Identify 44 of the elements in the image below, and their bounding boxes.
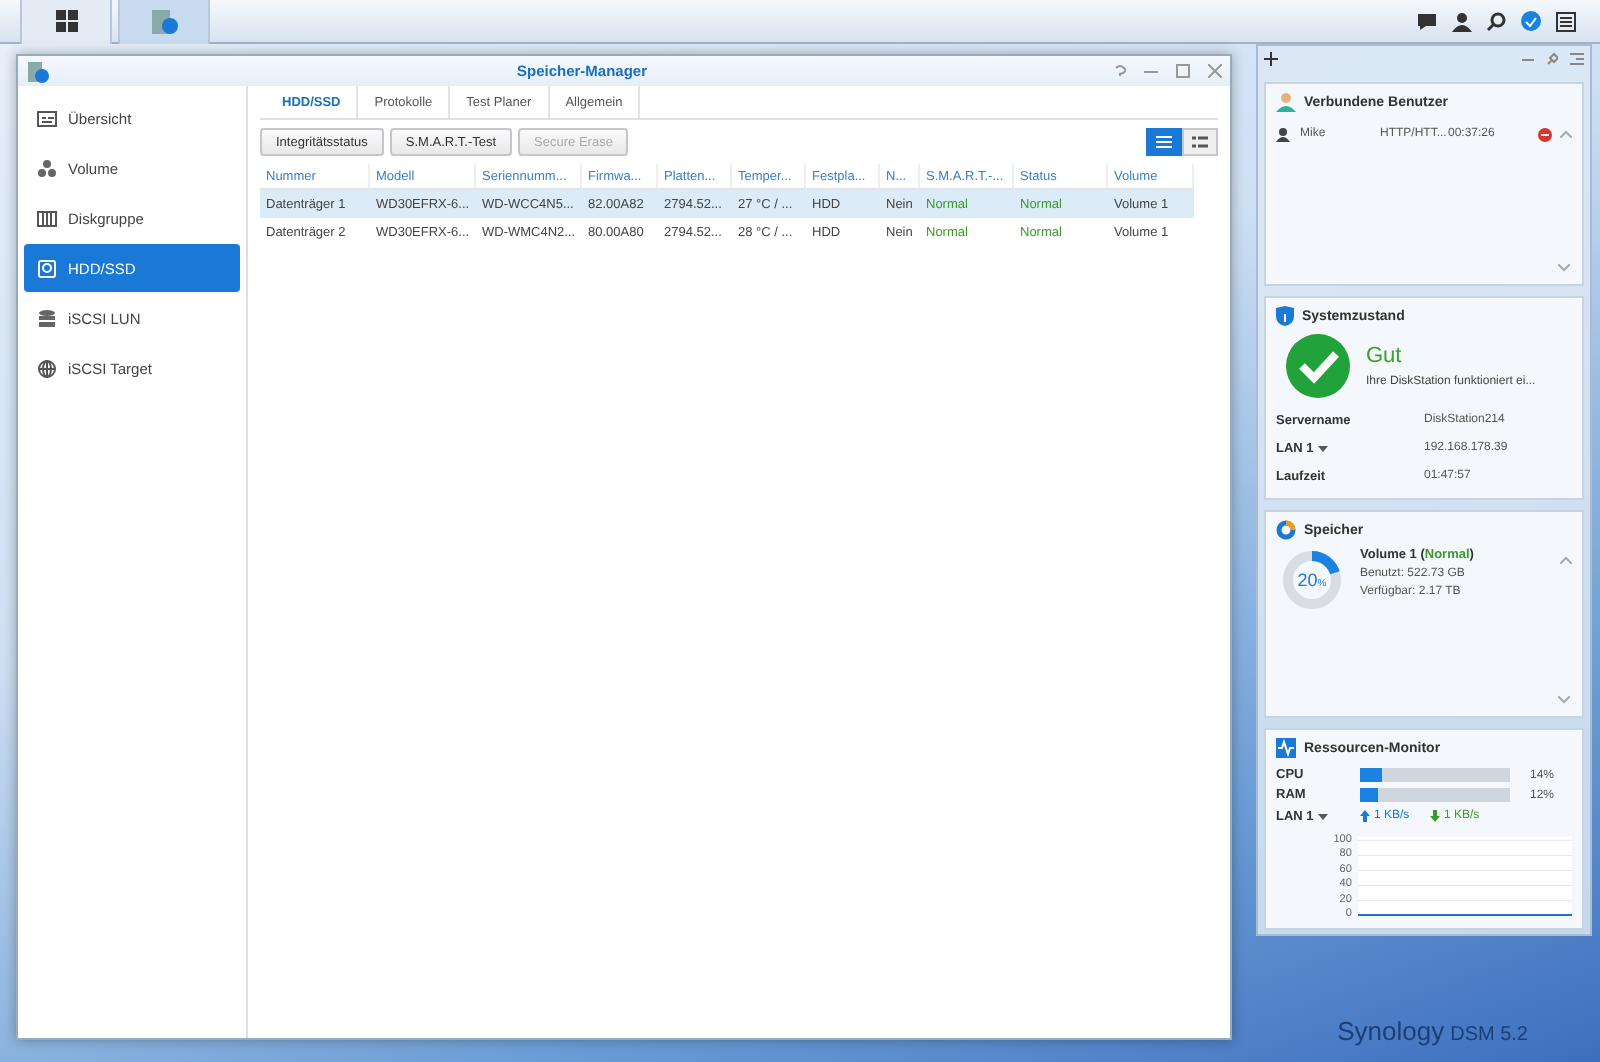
minimize-icon[interactable] <box>1522 53 1534 65</box>
download-arrow-icon <box>1430 810 1440 823</box>
checkmark-icon <box>1286 334 1350 398</box>
storage-app-icon <box>26 59 50 83</box>
brand-version: DSM 5.2 <box>1450 1024 1528 1046</box>
main-menu-button[interactable] <box>20 0 112 43</box>
scroll-up-icon[interactable] <box>1560 556 1572 564</box>
details-icon <box>1192 136 1208 148</box>
disconnect-icon[interactable] <box>1538 127 1552 141</box>
help-icon[interactable] <box>1114 64 1126 78</box>
grid-icon <box>55 10 77 32</box>
brand-name: Synology <box>1337 1016 1445 1046</box>
card-icon <box>36 107 58 129</box>
user-icon[interactable] <box>1452 11 1472 31</box>
list-view-button[interactable] <box>1146 128 1182 156</box>
scroll-up-icon[interactable] <box>1560 130 1572 138</box>
user-icon <box>1276 92 1296 112</box>
globe-icon <box>36 357 58 379</box>
close-icon[interactable] <box>1208 64 1222 78</box>
info-shield-icon <box>1276 306 1294 326</box>
health-status: Gut <box>1366 344 1404 368</box>
scroll-down-icon[interactable] <box>1558 696 1570 704</box>
maximize-icon[interactable] <box>1176 64 1190 78</box>
disk-group-icon <box>36 207 58 229</box>
storage-app-icon <box>150 7 178 35</box>
add-icon[interactable] <box>1264 52 1278 66</box>
usage-donut <box>1280 548 1344 612</box>
caret-icon <box>1317 445 1328 451</box>
detail-view-button[interactable] <box>1182 128 1218 156</box>
list-icon <box>1156 136 1172 148</box>
pulse-icon <box>1276 738 1296 758</box>
ring-icon <box>1276 520 1296 540</box>
cubes-icon <box>36 157 58 179</box>
search-icon[interactable] <box>1486 11 1506 31</box>
pin-icon[interactable] <box>1546 52 1558 66</box>
upload-arrow-icon <box>1360 810 1370 823</box>
widgets-icon[interactable] <box>1556 11 1576 31</box>
user-icon <box>1276 127 1290 141</box>
scroll-down-icon[interactable] <box>1558 264 1570 272</box>
database-icon <box>36 307 58 329</box>
settings-icon[interactable] <box>1570 52 1584 66</box>
caret-icon <box>1317 813 1328 820</box>
drive-icon <box>36 257 58 279</box>
chat-icon[interactable] <box>1416 11 1438 31</box>
